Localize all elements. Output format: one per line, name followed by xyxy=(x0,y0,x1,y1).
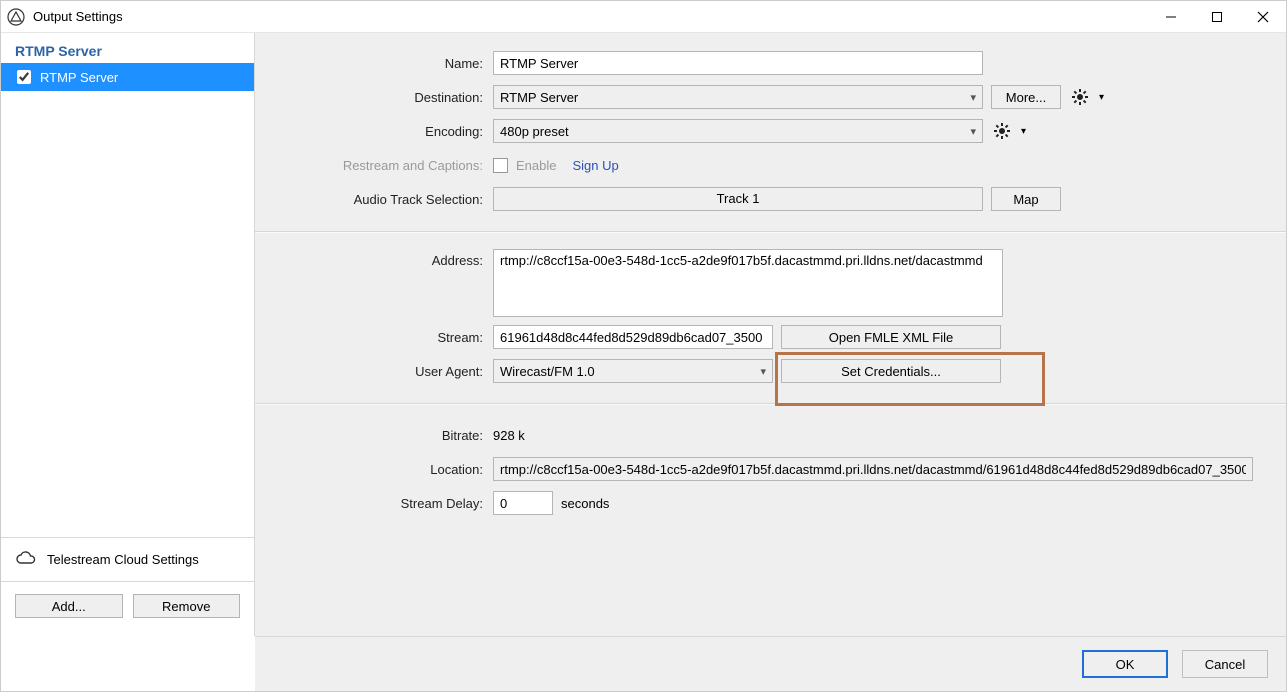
titlebar: Output Settings xyxy=(1,1,1286,33)
name-label: Name: xyxy=(273,56,493,71)
telestream-cloud-settings[interactable]: Telestream Cloud Settings xyxy=(1,537,254,582)
destination-value: RTMP Server xyxy=(500,90,578,105)
gear-icon[interactable] xyxy=(991,120,1013,142)
restream-label: Restream and Captions: xyxy=(273,158,493,173)
set-credentials-button[interactable]: Set Credentials... xyxy=(781,359,1001,383)
location-input[interactable] xyxy=(493,457,1253,481)
chevron-down-icon: ▾ xyxy=(760,365,766,378)
sidebar-item-label: RTMP Server xyxy=(40,70,118,85)
sidebar-header: RTMP Server xyxy=(1,33,254,63)
map-button[interactable]: Map xyxy=(991,187,1061,211)
encoding-select[interactable]: 480p preset ▾ xyxy=(493,119,983,143)
sidebar-item-rtmp-server[interactable]: RTMP Server xyxy=(1,63,254,91)
address-input[interactable]: rtmp://c8ccf15a-00e3-548d-1cc5-a2de9f017… xyxy=(493,249,1003,317)
open-fmle-button[interactable]: Open FMLE XML File xyxy=(781,325,1001,349)
ok-button[interactable]: OK xyxy=(1082,650,1168,678)
more-button[interactable]: More... xyxy=(991,85,1061,109)
cloud-icon xyxy=(15,550,37,569)
add-button[interactable]: Add... xyxy=(15,594,123,618)
location-label: Location: xyxy=(273,462,493,477)
bitrate-value: 928 k xyxy=(493,428,525,443)
stream-delay-input[interactable] xyxy=(493,491,553,515)
caret-down-icon[interactable]: ▾ xyxy=(1021,126,1026,137)
enable-label: Enable xyxy=(516,158,556,173)
destination-label: Destination: xyxy=(273,90,493,105)
app-icon xyxy=(7,8,25,26)
sidebar: RTMP Server RTMP Server Telestream Cloud… xyxy=(1,33,255,636)
window-maximize-button[interactable] xyxy=(1194,1,1240,33)
cancel-button[interactable]: Cancel xyxy=(1182,650,1268,678)
name-input[interactable] xyxy=(493,51,983,75)
signup-link[interactable]: Sign Up xyxy=(572,158,618,173)
gear-icon[interactable] xyxy=(1069,86,1091,108)
chevron-down-icon: ▾ xyxy=(970,125,976,138)
stream-label: Stream: xyxy=(273,330,493,345)
enable-checkbox[interactable] xyxy=(493,158,508,173)
bitrate-label: Bitrate: xyxy=(273,428,493,443)
user-agent-select[interactable]: Wirecast/FM 1.0 ▾ xyxy=(493,359,773,383)
window-title: Output Settings xyxy=(33,9,123,24)
stream-delay-label: Stream Delay: xyxy=(273,496,493,511)
stream-input[interactable] xyxy=(493,325,773,349)
remove-button[interactable]: Remove xyxy=(133,594,241,618)
destination-select[interactable]: RTMP Server ▾ xyxy=(493,85,983,109)
audio-track-display[interactable]: Track 1 xyxy=(493,187,983,211)
chevron-down-icon: ▾ xyxy=(970,91,976,104)
window-minimize-button[interactable] xyxy=(1148,1,1194,33)
dialog-footer: OK Cancel xyxy=(255,636,1286,691)
user-agent-value: Wirecast/FM 1.0 xyxy=(500,364,595,379)
cloud-settings-label: Telestream Cloud Settings xyxy=(47,552,199,567)
address-label: Address: xyxy=(273,249,493,268)
encoding-label: Encoding: xyxy=(273,124,493,139)
audio-track-label: Audio Track Selection: xyxy=(273,192,493,207)
sidebar-item-checkbox[interactable] xyxy=(17,70,31,84)
user-agent-label: User Agent: xyxy=(273,364,493,379)
stream-delay-unit: seconds xyxy=(561,496,609,511)
window-close-button[interactable] xyxy=(1240,1,1286,33)
main-panel: Name: Destination: RTMP Server ▾ More... xyxy=(255,33,1286,636)
caret-down-icon[interactable]: ▾ xyxy=(1099,92,1104,103)
encoding-value: 480p preset xyxy=(500,124,569,139)
